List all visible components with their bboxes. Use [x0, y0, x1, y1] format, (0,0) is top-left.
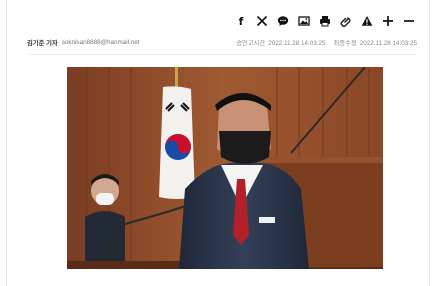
published-value: 2022.11.28 14:03:25 — [268, 39, 326, 47]
image-icon[interactable] — [298, 15, 310, 27]
meta-divider — [27, 54, 417, 55]
modified-value: 2022.11.28 14:03:25 — [359, 39, 417, 47]
reporter-email[interactable]: soknisan8888@hanmail.net — [62, 39, 140, 46]
reporter-name: 김기준 기자 — [27, 39, 58, 47]
x-icon[interactable] — [256, 15, 268, 27]
published-date: 승인고시간 2022.11.28 14:03:25 — [236, 38, 325, 47]
article-photo — [67, 67, 383, 269]
byline: 김기준 기자 soknisan8888@hanmail.net — [27, 38, 140, 47]
article-card: f 김기준 기자 soknisan8888@hanmail.net 승인고시간 … — [6, 0, 430, 286]
alert-icon[interactable] — [361, 15, 373, 27]
link-icon[interactable] — [340, 15, 352, 27]
minus-icon[interactable] — [403, 15, 415, 27]
article-dates: 승인고시간 2022.11.28 14:03:25 최종수정 2022.11.28 … — [236, 38, 417, 47]
share-toolbar: f — [235, 13, 415, 29]
article-meta: 김기준 기자 soknisan8888@hanmail.net 승인고시간 202… — [27, 36, 417, 48]
plus-icon[interactable] — [382, 15, 394, 27]
chat-icon[interactable] — [277, 15, 289, 27]
modified-label: 최종수정 — [333, 39, 357, 47]
facebook-icon[interactable]: f — [235, 15, 247, 28]
speaker-photo-illustration — [67, 67, 383, 269]
modified-date: 최종수정 2022.11.28 14:03:25 — [334, 38, 418, 47]
print-icon[interactable] — [319, 15, 331, 27]
published-label: 승인고시간 — [236, 39, 266, 47]
